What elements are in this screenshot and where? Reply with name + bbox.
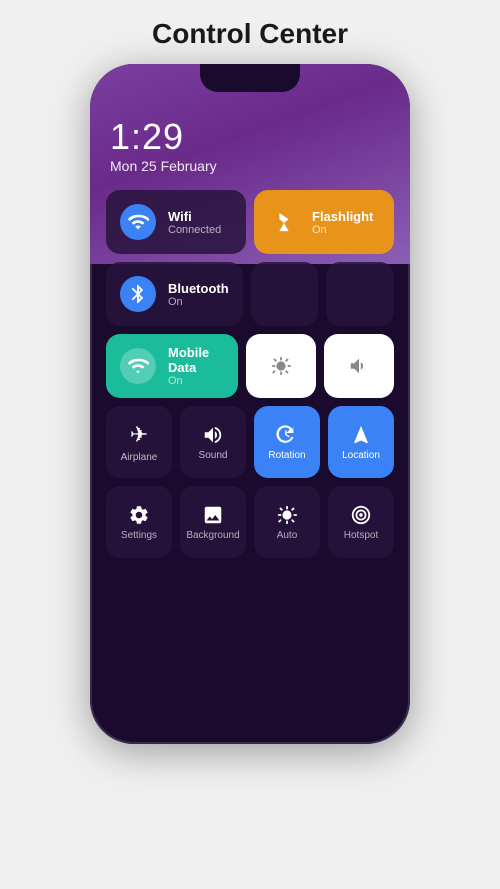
background-label: Background <box>186 530 239 541</box>
time-display: 1:29 <box>110 116 390 158</box>
flashlight-label: Flashlight <box>312 209 373 224</box>
wifi-icon <box>127 211 149 233</box>
background-tile[interactable]: Background <box>180 486 246 558</box>
bluetooth-tile[interactable]: Bluetooth On <box>106 262 243 326</box>
row-2: Bluetooth On <box>106 262 394 326</box>
bluetooth-text: Bluetooth On <box>168 281 229 308</box>
auto-icon <box>276 504 298 526</box>
location-tile[interactable]: Location <box>328 406 394 478</box>
rotation-label: Rotation <box>268 450 305 461</box>
page-title: Control Center <box>152 18 348 50</box>
rotation-tile[interactable]: Rotation <box>254 406 320 478</box>
dark-square-1[interactable] <box>251 262 319 326</box>
wifi-tile[interactable]: Wifi Connected <box>106 190 246 254</box>
date-display: Mon 25 February <box>110 158 390 174</box>
wifi-text: Wifi Connected <box>168 209 221 236</box>
auto-tile[interactable]: Auto <box>254 486 320 558</box>
time-section: 1:29 Mon 25 February <box>106 108 394 190</box>
hotspot-icon <box>350 504 372 526</box>
bluetooth-icon-circle <box>120 276 156 312</box>
background-icon <box>202 504 224 526</box>
airplane-tile[interactable]: ✈ Airplane <box>106 406 172 478</box>
brightness-tile[interactable] <box>246 334 316 398</box>
flashlight-icon-wrap <box>268 206 300 238</box>
mobile-data-icon <box>127 355 149 377</box>
airplane-icon: ✈ <box>130 422 148 448</box>
sound-icon <box>202 424 224 446</box>
location-label: Location <box>342 450 380 461</box>
wifi-sub: Connected <box>168 224 221 236</box>
mobile-data-label: Mobile Data <box>168 345 224 375</box>
control-grid: Wifi Connected Flashlight On <box>106 190 394 724</box>
mobile-data-tile[interactable]: Mobile Data On <box>106 334 238 398</box>
bluetooth-icon <box>127 283 149 305</box>
row-3: Mobile Data On <box>106 334 394 398</box>
brightness-icon <box>270 355 292 377</box>
rotation-icon <box>276 424 298 446</box>
phone-notch <box>200 64 300 92</box>
volume-icon <box>348 355 370 377</box>
mobile-data-text: Mobile Data On <box>168 345 224 387</box>
location-icon <box>350 424 372 446</box>
flashlight-tile[interactable]: Flashlight On <box>254 190 394 254</box>
wifi-label: Wifi <box>168 209 221 224</box>
volume-tile[interactable] <box>324 334 394 398</box>
flashlight-text: Flashlight On <box>312 209 373 236</box>
sound-tile[interactable]: Sound <box>180 406 246 478</box>
settings-tile[interactable]: Settings <box>106 486 172 558</box>
wifi-icon-circle <box>120 204 156 240</box>
flashlight-sub: On <box>312 224 373 236</box>
bluetooth-label: Bluetooth <box>168 281 229 296</box>
bluetooth-sub: On <box>168 296 229 308</box>
mobile-data-icon-circle <box>120 348 156 384</box>
auto-label: Auto <box>277 530 298 541</box>
sound-label: Sound <box>199 450 228 461</box>
hotspot-tile[interactable]: Hotspot <box>328 486 394 558</box>
row-4: ✈ Airplane Sound Rotation <box>106 406 394 478</box>
flashlight-icon <box>273 211 295 233</box>
row-5: Settings Background Auto <box>106 486 394 558</box>
settings-icon <box>128 504 150 526</box>
phone-frame: 1:29 Mon 25 February Wifi Connected <box>90 64 410 744</box>
airplane-label: Airplane <box>121 452 158 463</box>
mobile-data-sub: On <box>168 375 224 387</box>
row-1: Wifi Connected Flashlight On <box>106 190 394 254</box>
dark-square-2[interactable] <box>326 262 394 326</box>
settings-label: Settings <box>121 530 157 541</box>
hotspot-label: Hotspot <box>344 530 378 541</box>
